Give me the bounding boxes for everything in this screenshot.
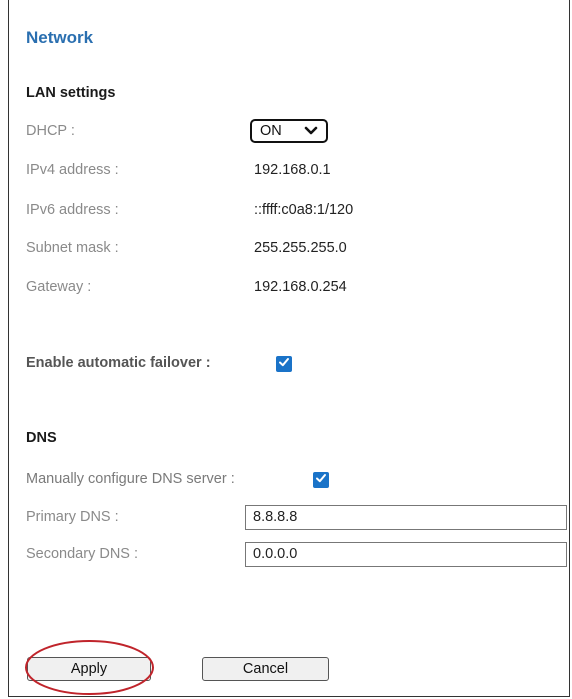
dhcp-label: DHCP : [26,123,75,139]
manual-dns-checkbox[interactable] [313,472,329,488]
ipv6-label: IPv6 address : [26,202,119,218]
subnet-mask-value: 255.255.255.0 [254,240,347,256]
page-title: Network [26,28,94,47]
gateway-value: 192.168.0.254 [254,279,347,295]
dhcp-select[interactable]: ON [250,119,328,143]
ipv4-label: IPv4 address : [26,162,119,178]
primary-dns-value: 8.8.8.8 [253,509,298,525]
failover-checkbox[interactable] [276,356,292,372]
chevron-down-icon [304,124,318,142]
failover-label: Enable automatic failover : [26,355,211,371]
dns-heading: DNS [26,430,57,446]
lan-settings-heading: LAN settings [26,85,116,101]
ipv4-value: 192.168.0.1 [254,162,331,178]
secondary-dns-input[interactable]: 0.0.0.0 [245,542,567,567]
dhcp-selected-value: ON [260,123,282,139]
manual-dns-label: Manually configure DNS server : [26,471,235,487]
gateway-label: Gateway : [26,279,92,295]
checkmark-icon [315,471,327,489]
checkmark-icon [278,355,290,373]
primary-dns-input[interactable]: 8.8.8.8 [245,505,567,530]
network-panel [8,0,570,697]
subnet-mask-label: Subnet mask : [26,240,119,256]
secondary-dns-value: 0.0.0.0 [253,546,298,562]
cancel-button[interactable]: Cancel [202,657,329,681]
secondary-dns-label: Secondary DNS : [26,546,139,562]
ipv6-value: ::ffff:c0a8:1/120 [254,202,354,218]
cancel-button-label: Cancel [242,661,289,677]
primary-dns-label: Primary DNS : [26,509,119,525]
apply-highlight-ellipse [25,640,154,695]
